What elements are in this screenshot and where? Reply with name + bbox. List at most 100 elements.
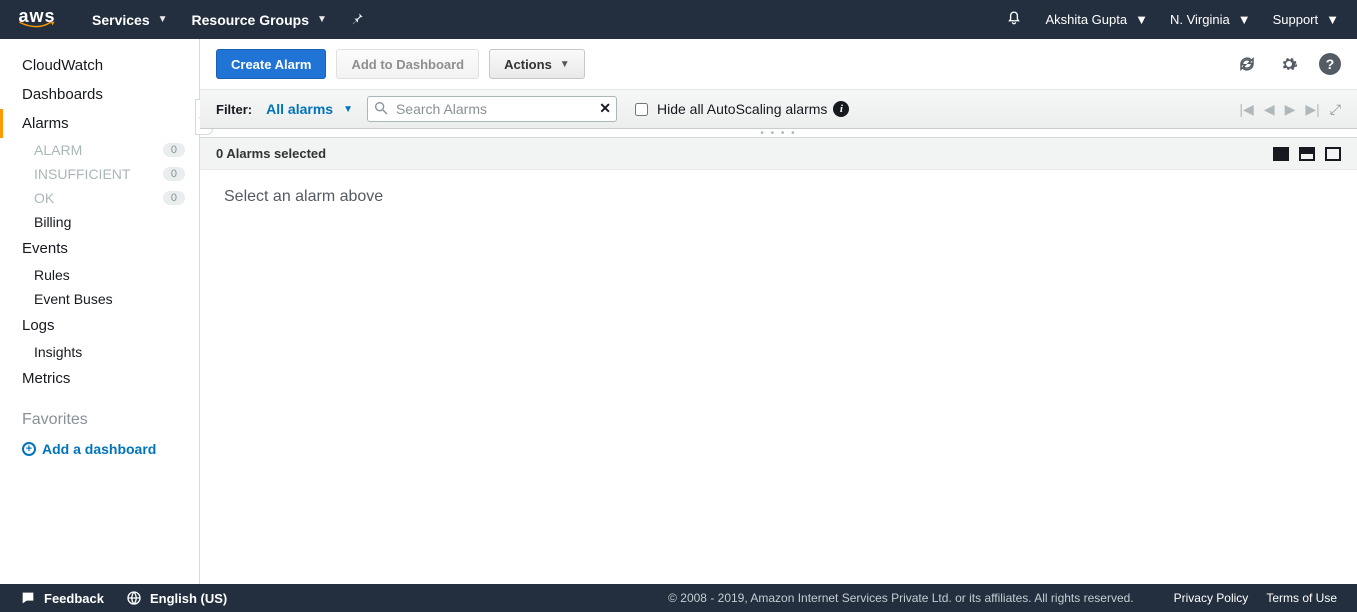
sidebar-sub-label: Insights [34, 344, 82, 360]
caret-down-icon: ▼ [1326, 12, 1339, 27]
clear-search-icon[interactable]: ✕ [599, 100, 611, 117]
sidebar-sub-ok[interactable]: OK 0 [0, 186, 199, 210]
filter-label: Filter: [216, 102, 252, 117]
sidebar-sub-label: Event Buses [34, 291, 113, 307]
grip-dots-icon: • • • • [760, 129, 796, 138]
support-menu[interactable]: Support ▼ [1273, 12, 1339, 27]
region-menu[interactable]: N. Virginia ▼ [1170, 12, 1251, 27]
actions-menu-button[interactable]: Actions ▼ [489, 49, 585, 79]
filter-dropdown[interactable]: All alarms ▼ [266, 101, 353, 117]
sidebar-item-events[interactable]: Events [0, 234, 199, 263]
feedback-link[interactable]: Feedback [20, 590, 104, 606]
region-label: N. Virginia [1170, 12, 1230, 27]
feedback-label: Feedback [44, 591, 104, 606]
sidebar-item-metrics[interactable]: Metrics [0, 364, 199, 393]
content: Create Alarm Add to Dashboard Actions ▼ … [200, 39, 1357, 584]
button-label: Actions [504, 57, 552, 72]
pager-first-button[interactable]: |◀ [1239, 101, 1253, 118]
count-badge: 0 [163, 143, 185, 157]
sidebar-item-alarms[interactable]: Alarms [0, 109, 199, 138]
sidebar-item-logs[interactable]: Logs [0, 311, 199, 340]
info-icon[interactable]: i [833, 101, 849, 117]
selection-bar: 0 Alarms selected [200, 138, 1357, 170]
hide-autoscaling-checkbox-wrap[interactable]: Hide all AutoScaling alarms i [631, 100, 849, 119]
sidebar-sub-label: Billing [34, 214, 71, 230]
view-toggle-split[interactable] [1299, 147, 1315, 161]
notifications-icon[interactable] [1005, 8, 1023, 31]
help-button[interactable]: ? [1319, 53, 1341, 75]
add-to-dashboard-button: Add to Dashboard [336, 49, 479, 79]
sidebar-sub-label: Rules [34, 267, 70, 283]
selection-count: 0 Alarms selected [216, 146, 326, 161]
pager-prev-button[interactable]: ◀ [1264, 101, 1275, 118]
sidebar-item-label: Logs [22, 317, 55, 334]
sidebar-item-cloudwatch[interactable]: CloudWatch [0, 51, 199, 80]
filter-value: All alarms [266, 101, 333, 117]
refresh-button[interactable] [1235, 52, 1259, 76]
sidebar-sub-alarm[interactable]: ALARM 0 [0, 138, 199, 162]
resize-grip[interactable]: • • • • [200, 129, 1357, 138]
caret-down-icon: ▼ [1238, 12, 1251, 27]
caret-down-icon: ▼ [560, 59, 570, 70]
filter-bar: Filter: All alarms ▼ ✕ Hide all AutoScal… [200, 89, 1357, 129]
add-dashboard-label: Add a dashboard [42, 441, 156, 457]
sidebar-sub-event-buses[interactable]: Event Buses [0, 287, 199, 311]
hide-autoscaling-checkbox[interactable] [635, 103, 648, 116]
main: ◀ CloudWatch Dashboards Alarms ALARM 0 I… [0, 39, 1357, 584]
view-toggle-bottom[interactable] [1273, 147, 1289, 161]
plus-circle-icon: + [22, 442, 36, 456]
count-badge: 0 [163, 191, 185, 205]
create-alarm-button[interactable]: Create Alarm [216, 49, 326, 79]
sidebar-sub-insufficient[interactable]: INSUFFICIENT 0 [0, 162, 199, 186]
services-menu[interactable]: Services ▼ [92, 12, 168, 28]
pager-next-button[interactable]: ▶ [1285, 101, 1296, 118]
bell-icon [1005, 8, 1023, 31]
pin-icon[interactable] [351, 11, 365, 28]
caret-down-icon: ▼ [158, 14, 168, 25]
terms-link[interactable]: Terms of Use [1266, 591, 1337, 605]
pager-last-button[interactable]: ▶| [1305, 101, 1319, 118]
search-wrap: ✕ [367, 96, 617, 122]
aws-smile-icon [18, 21, 56, 31]
sidebar-item-dashboards[interactable]: Dashboards [0, 80, 199, 109]
aws-logo[interactable]: aws [18, 9, 56, 31]
button-label: Add to Dashboard [351, 57, 464, 72]
caret-down-icon: ▼ [317, 14, 327, 25]
toolbar: Create Alarm Add to Dashboard Actions ▼ … [200, 39, 1357, 89]
sidebar-sub-insights[interactable]: Insights [0, 340, 199, 364]
support-label: Support [1273, 12, 1319, 27]
privacy-link[interactable]: Privacy Policy [1174, 591, 1249, 605]
sidebar-item-label: Dashboards [22, 86, 103, 103]
language-selector[interactable]: English (US) [126, 590, 227, 606]
resource-groups-label: Resource Groups [192, 12, 309, 28]
add-dashboard-link[interactable]: + Add a dashboard [0, 437, 199, 461]
services-label: Services [92, 12, 150, 28]
sidebar-item-label: Events [22, 240, 68, 257]
account-label: Akshita Gupta [1045, 12, 1127, 27]
expand-icon[interactable]: ⤢ [1330, 101, 1341, 118]
sidebar: ◀ CloudWatch Dashboards Alarms ALARM 0 I… [0, 39, 200, 584]
account-menu[interactable]: Akshita Gupta ▼ [1045, 12, 1148, 27]
sidebar-sub-label: INSUFFICIENT [34, 166, 130, 182]
language-label: English (US) [150, 591, 227, 606]
view-toggle-full[interactable] [1325, 147, 1341, 161]
view-toggle-group [1273, 147, 1341, 161]
chat-icon [20, 590, 36, 606]
search-input[interactable] [367, 96, 617, 122]
sidebar-sub-label: OK [34, 190, 54, 206]
caret-down-icon: ▼ [343, 104, 353, 115]
sidebar-item-label: CloudWatch [22, 57, 103, 74]
refresh-icon [1238, 55, 1256, 73]
detail-placeholder: Select an alarm above [200, 170, 1357, 224]
copyright-text: © 2008 - 2019, Amazon Internet Services … [668, 591, 1134, 605]
sidebar-sub-billing[interactable]: Billing [0, 210, 199, 234]
caret-down-icon: ▼ [1135, 12, 1148, 27]
sidebar-item-label: Metrics [22, 370, 70, 387]
topbar: aws Services ▼ Resource Groups ▼ Akshita… [0, 0, 1357, 39]
settings-button[interactable] [1277, 52, 1301, 76]
resource-groups-menu[interactable]: Resource Groups ▼ [192, 12, 327, 28]
globe-icon [126, 590, 142, 606]
button-label: Create Alarm [231, 57, 311, 72]
sidebar-sub-rules[interactable]: Rules [0, 263, 199, 287]
count-badge: 0 [163, 167, 185, 181]
